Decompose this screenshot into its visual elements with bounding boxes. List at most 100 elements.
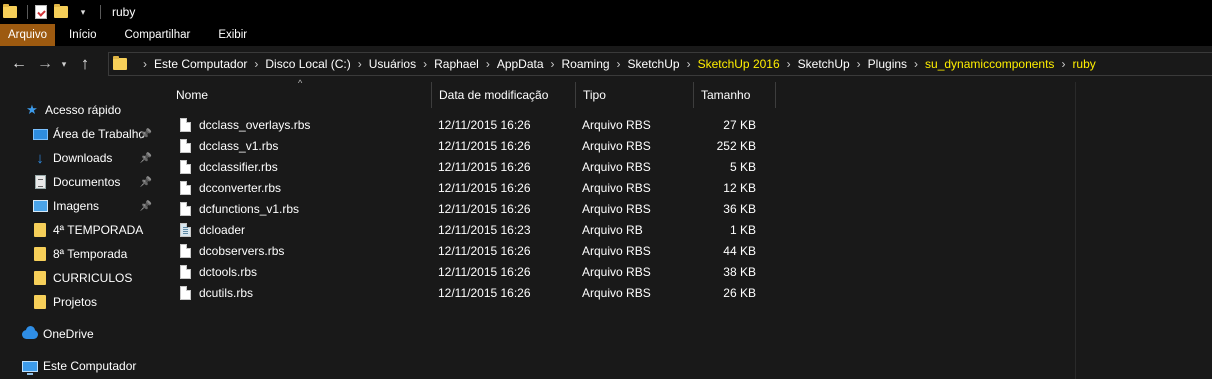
breadcrumb-item[interactable]: › Usuários [351, 57, 416, 71]
chevron-right-icon[interactable]: › [1061, 57, 1065, 71]
breadcrumb-item[interactable]: › Disco Local (C:) [247, 57, 350, 71]
breadcrumb-item[interactable]: › ruby [1054, 57, 1095, 71]
breadcrumb-item[interactable]: › AppData [479, 57, 544, 71]
desktop-icon [32, 126, 48, 142]
recent-locations-chevron-icon[interactable]: ▾ [56, 53, 72, 75]
file-size: 12 KB [723, 180, 756, 195]
pin-icon: 📌 [139, 152, 152, 164]
pin-icon: 📌 [139, 128, 152, 140]
file-type: Arquivo RBS [582, 264, 651, 279]
breadcrumb-item[interactable]: › Este Computador [136, 57, 247, 71]
tab-compartilhar[interactable]: Compartilhar [111, 24, 205, 46]
chevron-right-icon[interactable]: › [914, 57, 918, 71]
file-name: dcloader [199, 222, 246, 237]
pin-icon: 📌 [139, 200, 152, 212]
rbs-file-icon [180, 138, 191, 153]
ribbon-tabs: Arquivo Início Compartilhar Exibir [0, 24, 1212, 46]
file-row[interactable]: dcobservers.rbs 12/11/2015 16:26 Arquivo R… [158, 240, 858, 261]
breadcrumb-item[interactable]: › Raphael [416, 57, 479, 71]
tab-exibir[interactable]: Exibir [204, 24, 261, 46]
file-row[interactable]: dcclass_v1.rbs 12/11/2015 16:26 Arquivo RB… [158, 135, 858, 156]
properties-icon[interactable] [33, 4, 49, 20]
breadcrumb-item[interactable]: › SketchUp [780, 57, 850, 71]
nav-item[interactable]: 4ª TEMPORADA [0, 218, 158, 242]
forward-arrow-icon[interactable]: → [34, 53, 56, 75]
chevron-right-icon[interactable]: › [617, 57, 621, 71]
nav-item[interactable]: CURRICULOS [0, 266, 158, 290]
chevron-right-icon[interactable]: › [787, 57, 791, 71]
nav-item[interactable]: Área de Trabalho 📌 [0, 122, 158, 146]
file-rows: dcclass_overlays.rbs 12/11/2015 16:26 Arqu… [158, 114, 858, 303]
breadcrumb-item[interactable]: › Roaming [544, 57, 610, 71]
rb-file-icon [180, 222, 191, 237]
tab-inicio[interactable]: Início [55, 24, 111, 46]
file-row[interactable]: dcclassifier.rbs 12/11/2015 16:26 Arquivo … [158, 156, 858, 177]
nav-item-label: Área de Trabalho [53, 127, 146, 141]
empty-area [1075, 82, 1212, 379]
file-size: 44 KB [723, 243, 756, 258]
new-folder-icon[interactable] [53, 4, 69, 20]
address-bar[interactable]: › Este Computador › Disco Local (C:) › Usuári… [108, 52, 1212, 76]
nav-item[interactable]: ↓ Downloads 📌 [0, 146, 158, 170]
up-arrow-icon[interactable]: ↑ [74, 53, 96, 75]
file-type: Arquivo RBS [582, 180, 651, 195]
nav-item-label: CURRICULOS [53, 271, 133, 285]
file-date: 12/11/2015 16:26 [438, 201, 531, 216]
document-icon [32, 174, 48, 190]
nav-item[interactable]: Imagens 📌 [0, 194, 158, 218]
file-row[interactable]: dcconverter.rbs 12/11/2015 16:26 Arquivo R… [158, 177, 858, 198]
breadcrumb-item[interactable]: › su_dynamiccomponents [907, 57, 1054, 71]
file-row[interactable]: dcclass_overlays.rbs 12/11/2015 16:26 Arqu… [158, 114, 858, 135]
file-date: 12/11/2015 16:26 [438, 264, 531, 279]
column-header-type[interactable]: Tipo [576, 82, 694, 108]
nav-item[interactable]: OneDrive [0, 322, 158, 346]
file-date: 12/11/2015 16:26 [438, 138, 531, 153]
back-arrow-icon[interactable]: ← [8, 53, 30, 75]
nav-item[interactable]: 8ª Temporada [0, 242, 158, 266]
file-type: Arquivo RBS [582, 159, 651, 174]
file-list: ^ Nome Data de modificação Tipo Tamanho … [158, 78, 1212, 379]
breadcrumb-item[interactable]: › SketchUp 2016 [680, 57, 780, 71]
customize-dropdown-icon[interactable]: ▾ [75, 4, 91, 20]
chevron-right-icon[interactable]: › [143, 57, 147, 71]
onedrive-icon [22, 325, 38, 342]
breadcrumb-label: ruby [1072, 57, 1096, 71]
file-size: 1 KB [729, 222, 756, 237]
window-title: ruby [112, 5, 136, 19]
nav-item[interactable]: Documentos 📌 [0, 170, 158, 194]
rbs-file-icon [180, 117, 191, 132]
file-name: dcclass_overlays.rbs [199, 117, 311, 132]
chevron-right-icon[interactable]: › [687, 57, 691, 71]
column-header-date[interactable]: Data de modificação [432, 82, 576, 108]
file-row[interactable]: dcloader 12/11/2015 16:23 Arquivo RB 1 KB [158, 219, 858, 240]
column-header-size[interactable]: Tamanho [694, 82, 776, 108]
chevron-right-icon[interactable]: › [358, 57, 362, 71]
tab-arquivo[interactable]: Arquivo [0, 24, 55, 46]
file-size: 5 KB [729, 159, 756, 174]
navigation-pane: ★ Acesso rápido Área de Trabalho 📌 ↓ Download… [0, 82, 158, 379]
file-row[interactable]: dctools.rbs 12/11/2015 16:26 Arquivo RBS 38… [158, 261, 858, 282]
nav-item-label: 8ª Temporada [53, 247, 128, 261]
file-row[interactable]: dcutils.rbs 12/11/2015 16:26 Arquivo RBS 26… [158, 282, 858, 303]
chevron-right-icon[interactable]: › [423, 57, 427, 71]
folder-icon[interactable] [2, 4, 18, 20]
nav-item[interactable]: Este Computador [0, 354, 158, 378]
pin-icon: 📌 [139, 176, 152, 188]
file-row[interactable]: dcfunctions_v1.rbs 12/11/2015 16:26 Arquiv… [158, 198, 858, 219]
breadcrumb-label: SketchUp 2016 [697, 57, 780, 71]
nav-item-label: Imagens [53, 199, 100, 213]
chevron-right-icon[interactable]: › [857, 57, 861, 71]
file-name-cell: dcobservers.rbs [158, 243, 432, 258]
breadcrumb-item[interactable]: › SketchUp [610, 57, 680, 71]
column-header-name[interactable]: Nome [158, 82, 432, 108]
file-date: 12/11/2015 16:26 [438, 243, 531, 258]
chevron-right-icon[interactable]: › [486, 57, 490, 71]
file-name: dcclass_v1.rbs [199, 138, 279, 153]
chevron-right-icon[interactable]: › [254, 57, 258, 71]
nav-item[interactable]: Projetos [0, 290, 158, 314]
breadcrumb-item[interactable]: › Plugins [850, 57, 907, 71]
nav-item[interactable]: ★ Acesso rápido [0, 98, 158, 122]
toolbar-separator [100, 5, 101, 19]
file-name-cell: dcclassifier.rbs [158, 159, 432, 174]
chevron-right-icon[interactable]: › [551, 57, 555, 71]
